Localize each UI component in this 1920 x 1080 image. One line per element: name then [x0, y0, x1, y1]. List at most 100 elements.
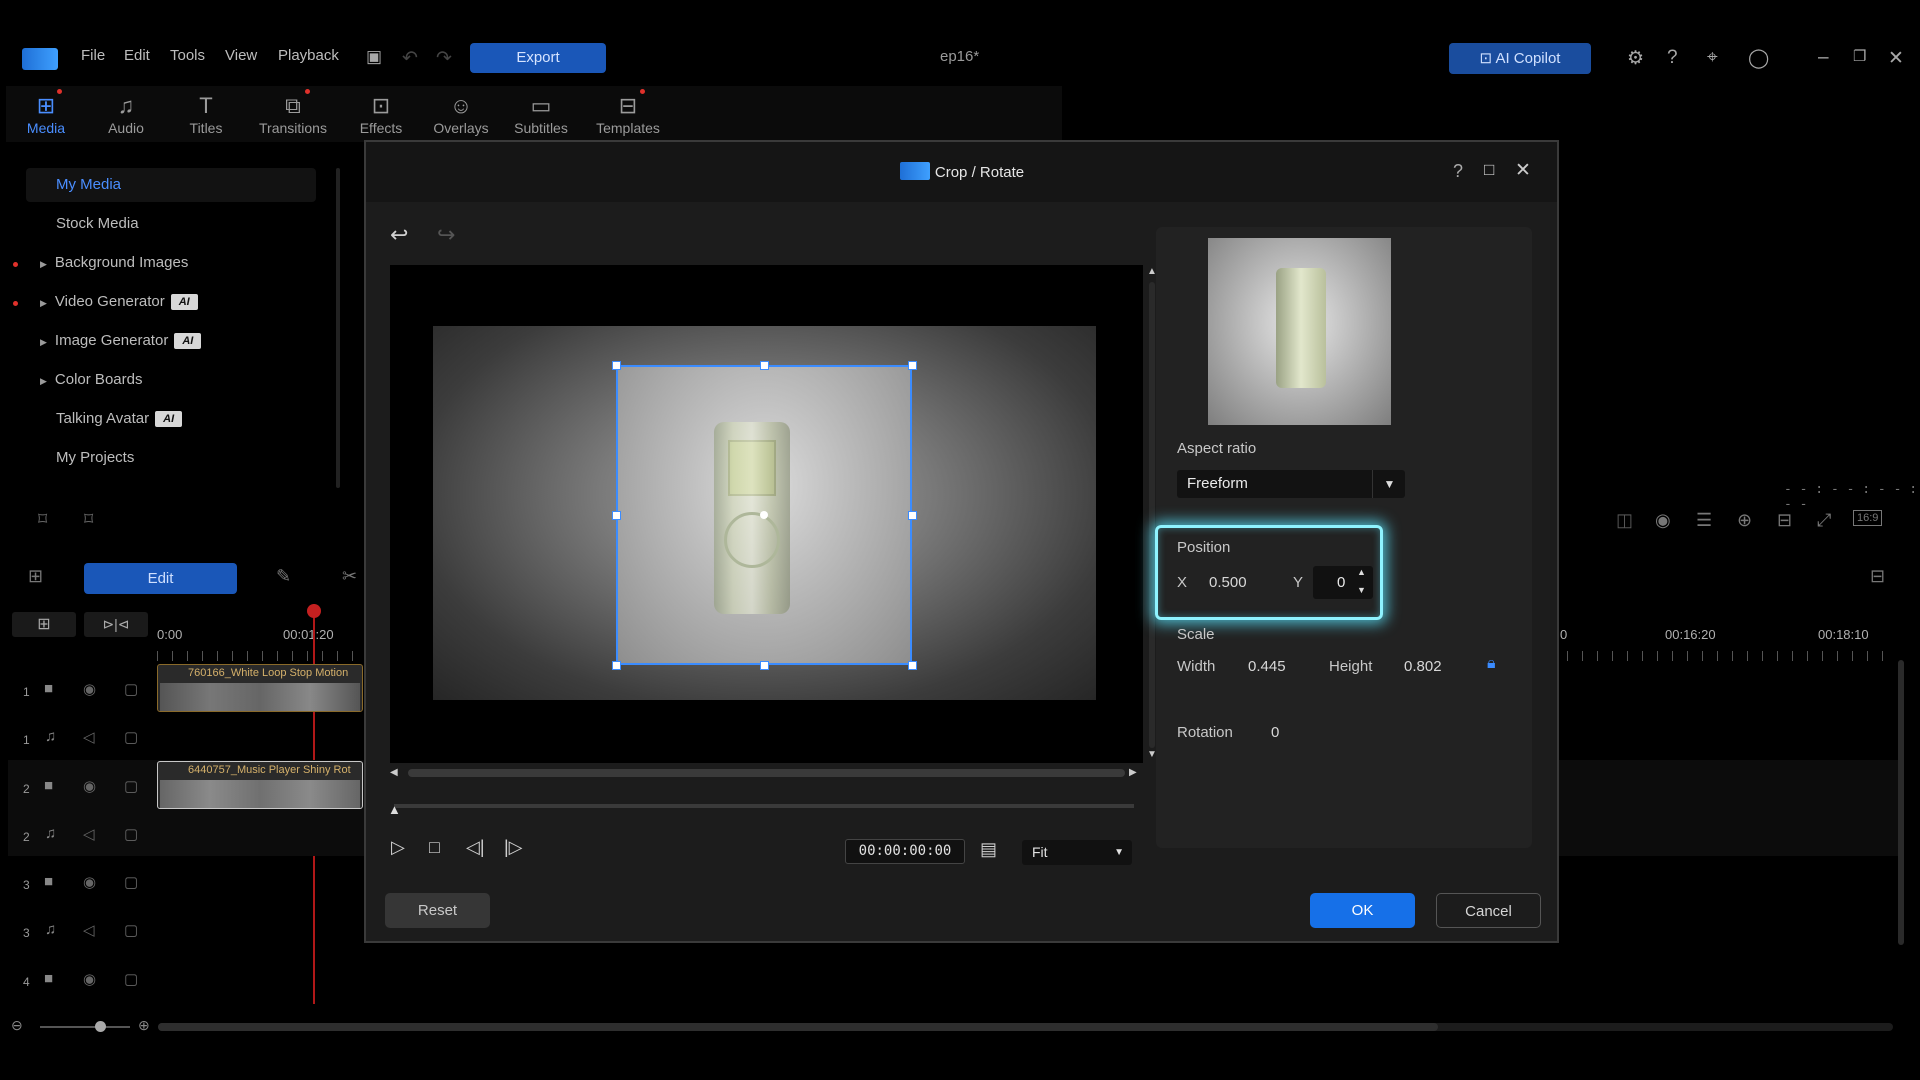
safe-zone-icon[interactable]: ▤ — [980, 839, 997, 860]
sidebar-item-video-generator[interactable]: ▶ Video Generator AI — [26, 285, 330, 319]
account-icon[interactable]: ◯ — [1748, 47, 1769, 70]
help-icon[interactable]: ? — [1667, 47, 1678, 69]
sidebar-scrollbar[interactable] — [336, 168, 340, 488]
play-icon[interactable]: ▷ — [391, 837, 405, 858]
crop-handle-bottom[interactable] — [760, 661, 769, 670]
tab-overlays[interactable]: ☺ Overlays — [425, 92, 497, 136]
timecode-display[interactable]: 00:00:00:00 — [845, 839, 965, 864]
restore-icon[interactable]: ❐ — [1853, 47, 1866, 65]
menu-view[interactable]: View — [225, 47, 257, 64]
scroll-right-icon[interactable]: ▶ — [1129, 767, 1137, 778]
tab-effects[interactable]: ⊡ Effects — [345, 92, 417, 136]
reset-button[interactable]: Reset — [385, 893, 490, 928]
preview-horizontal-scrollbar[interactable] — [408, 769, 1125, 777]
close-app-icon[interactable]: ✕ — [1888, 47, 1904, 70]
lock-aspect-icon[interactable]: 🔒︎ — [1487, 655, 1496, 673]
lock-icon[interactable]: ▢ — [124, 777, 138, 795]
crop-handle-left[interactable] — [612, 511, 621, 520]
ai-copilot-button[interactable]: ⊡ AI Copilot — [1449, 43, 1591, 74]
split-scissors-icon[interactable]: ✂ — [342, 566, 357, 587]
cancel-button[interactable]: Cancel — [1436, 893, 1541, 928]
previous-frame-icon[interactable]: ◁| — [466, 837, 485, 858]
menu-playback[interactable]: Playback — [278, 47, 339, 64]
pen-tool-icon[interactable]: ✎ — [276, 566, 291, 587]
tab-media[interactable]: ⊞ Media — [10, 92, 82, 136]
zoom-slider-track[interactable] — [40, 1026, 130, 1028]
crop-center-point[interactable] — [760, 511, 768, 519]
sidebar-item-image-generator[interactable]: ▶ Image Generator AI — [26, 324, 330, 358]
track-manager-icon[interactable]: ⊞ — [12, 612, 76, 637]
sidebar-item-talking-avatar[interactable]: Talking Avatar AI — [26, 402, 346, 436]
menu-file[interactable]: File — [81, 47, 105, 64]
speaker-icon[interactable]: ◁ — [83, 921, 95, 939]
crop-handle-top-right[interactable] — [908, 361, 917, 370]
tab-audio[interactable]: ♫ Audio — [90, 92, 162, 136]
redo-icon[interactable]: ↷ — [436, 47, 452, 70]
video-clip-selected[interactable]: 6440757_Music Player Shiny Rot — [157, 761, 363, 809]
settings-gear-icon[interactable]: ⚙ — [1627, 47, 1644, 70]
redo-arrow-icon[interactable]: ↪ — [437, 222, 455, 248]
timeline-settings-icon[interactable]: ⊟ — [1870, 566, 1885, 587]
visibility-eye-icon[interactable]: ◉ — [83, 873, 96, 891]
dropdown-arrow-icon[interactable]: ▼ — [1372, 470, 1406, 498]
lock-icon[interactable]: ▢ — [124, 970, 138, 988]
lock-icon[interactable]: ▢ — [124, 873, 138, 891]
fullscreen-icon[interactable]: ⤢ — [1817, 510, 1831, 531]
fit-timeline-icon[interactable]: ⊳|⊲ — [84, 612, 148, 637]
feedback-icon[interactable]: ⌖ — [1707, 47, 1718, 69]
lock-icon[interactable]: ▢ — [124, 728, 138, 746]
aspect-ratio-select[interactable]: Freeform — [1177, 470, 1405, 498]
playhead-handle[interactable] — [307, 604, 321, 618]
tab-templates[interactable]: ⊟ Templates — [592, 92, 664, 136]
edit-button[interactable]: Edit — [84, 563, 237, 594]
list-icon[interactable]: ☰ — [1696, 510, 1712, 531]
speaker-icon[interactable]: ◁ — [83, 825, 95, 843]
zoom-icon[interactable]: ⊕ — [1737, 510, 1752, 531]
crop-handle-bottom-left[interactable] — [612, 661, 621, 670]
stop-icon[interactable]: □ — [429, 837, 440, 858]
snapshot-icon[interactable]: ◫ — [1616, 510, 1633, 531]
zoom-fit-select[interactable]: Fit ▼ — [1022, 840, 1132, 865]
layout-icon[interactable]: ⊟ — [1777, 510, 1792, 531]
tag-add-icon[interactable]: ⌑ — [38, 509, 47, 530]
height-field[interactable]: 0.802 — [1404, 658, 1442, 675]
increment-icon[interactable]: ▲ — [1357, 567, 1366, 577]
zoom-out-icon[interactable]: ⊖ — [11, 1017, 23, 1034]
maximize-icon[interactable]: □ — [1484, 160, 1494, 180]
rotation-field[interactable]: 0 — [1271, 724, 1279, 741]
seek-handle[interactable]: ▲ — [388, 802, 401, 817]
minimize-icon[interactable]: – — [1818, 47, 1829, 69]
save-icon[interactable]: ▣ — [366, 47, 382, 67]
crop-handle-top[interactable] — [760, 361, 769, 370]
speaker-icon[interactable]: ◁ — [83, 728, 95, 746]
export-button[interactable]: Export — [470, 43, 606, 73]
decrement-icon[interactable]: ▼ — [1357, 585, 1366, 595]
preview-vertical-scrollbar[interactable] — [1149, 282, 1155, 748]
crop-handle-right[interactable] — [908, 511, 917, 520]
width-field[interactable]: 0.445 — [1248, 658, 1286, 675]
library-view-icon[interactable]: ⊞ — [28, 566, 43, 587]
lock-icon[interactable]: ▢ — [124, 680, 138, 698]
visibility-eye-icon[interactable]: ◉ — [83, 680, 96, 698]
ok-button[interactable]: OK — [1310, 893, 1415, 928]
sidebar-item-color-boards[interactable]: ▶ Color Boards — [26, 363, 330, 397]
visibility-eye-icon[interactable]: ◉ — [83, 777, 96, 795]
undo-arrow-icon[interactable]: ↩ — [390, 222, 408, 248]
visibility-eye-icon[interactable]: ◉ — [83, 970, 96, 988]
tab-subtitles[interactable]: ▭ Subtitles — [505, 92, 577, 136]
crop-handle-bottom-right[interactable] — [908, 661, 917, 670]
undo-icon[interactable]: ↶ — [402, 47, 418, 70]
tab-titles[interactable]: T Titles — [170, 92, 242, 136]
seek-bar[interactable] — [394, 804, 1134, 808]
zoom-in-icon[interactable]: ⊕ — [138, 1017, 150, 1034]
scroll-left-icon[interactable]: ◀ — [390, 767, 398, 778]
sidebar-item-background-images[interactable]: ▶ Background Images — [26, 246, 330, 280]
tab-transitions[interactable]: ⧉ Transitions — [257, 92, 329, 136]
aspect-ratio-badge[interactable]: 16:9 — [1853, 510, 1883, 526]
crop-handle-top-left[interactable] — [612, 361, 621, 370]
timeline-scroll-thumb[interactable] — [158, 1023, 1438, 1031]
lock-icon[interactable]: ▢ — [124, 921, 138, 939]
close-dialog-icon[interactable]: ✕ — [1515, 159, 1531, 182]
next-frame-icon[interactable]: |▷ — [504, 837, 523, 858]
menu-tools[interactable]: Tools — [170, 47, 205, 64]
